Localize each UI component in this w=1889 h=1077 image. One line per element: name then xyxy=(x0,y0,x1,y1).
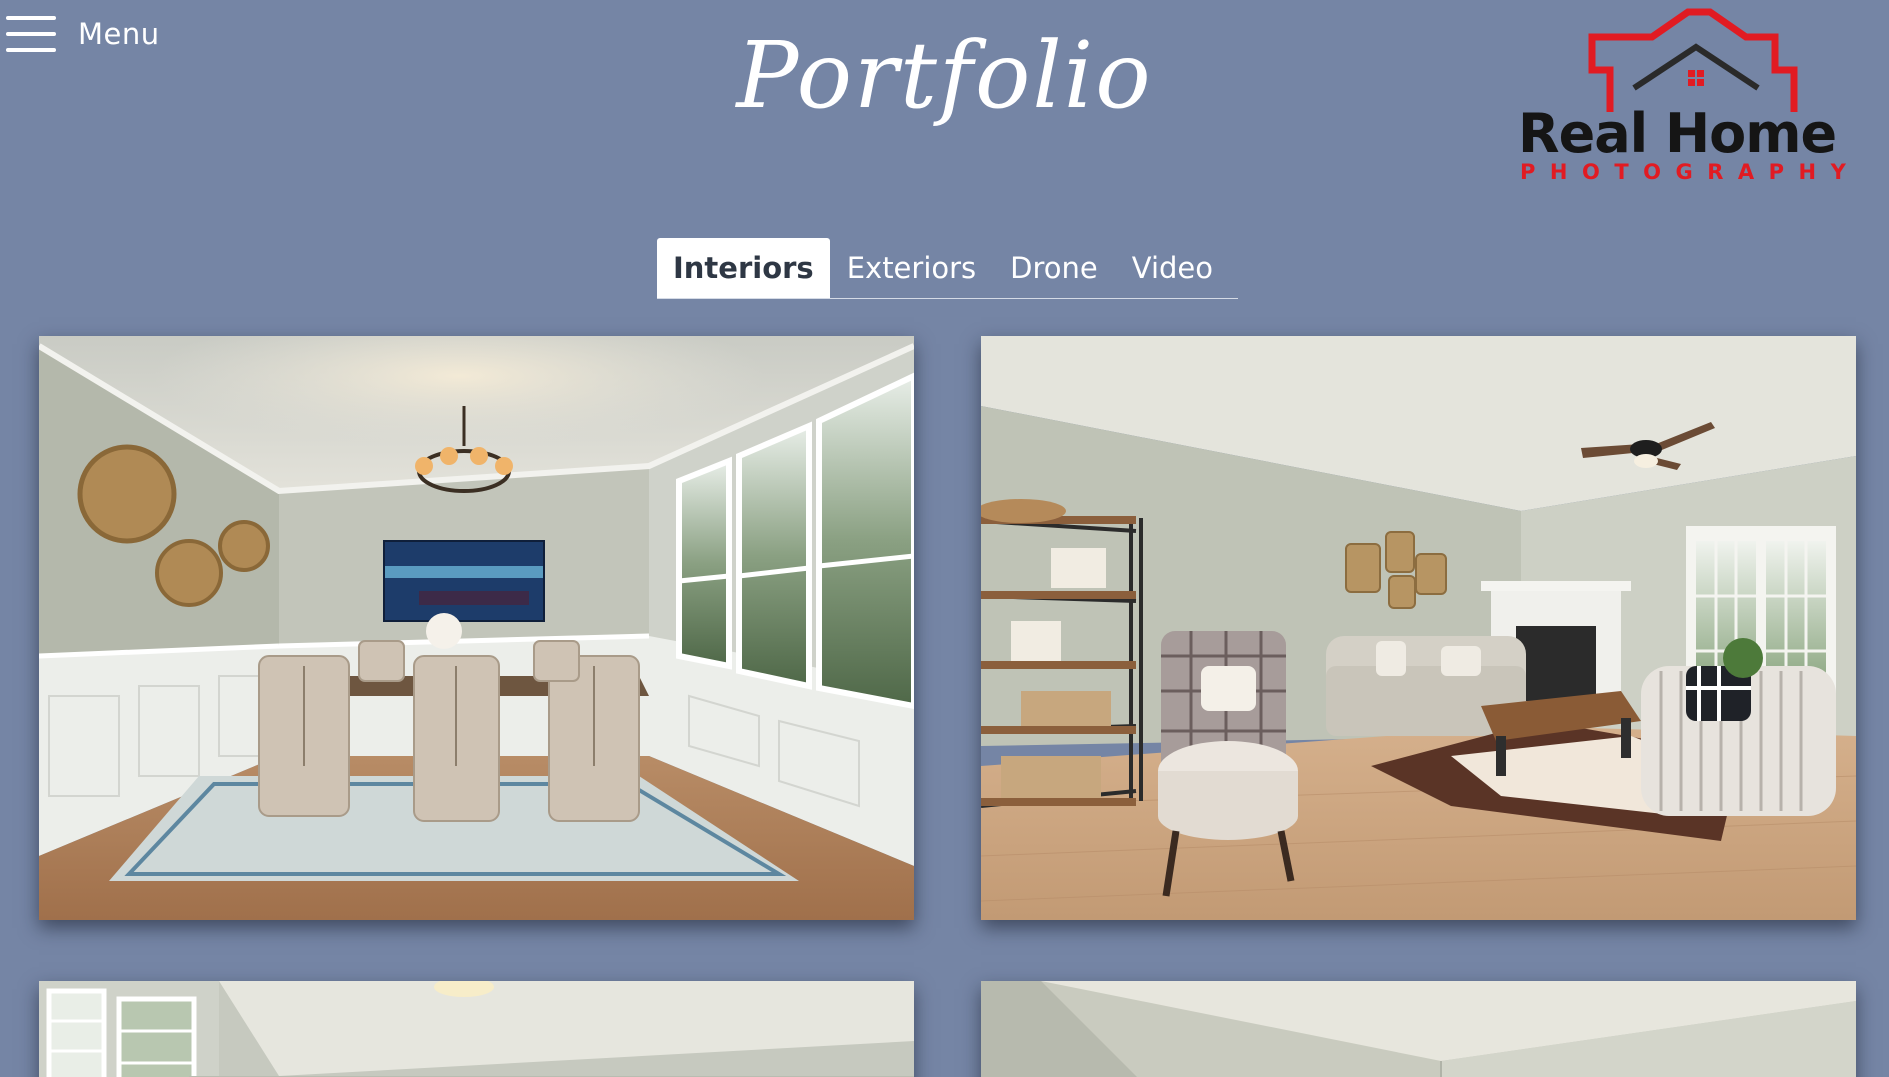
gallery-photo-dining-room[interactable] xyxy=(39,336,914,920)
interior-room-image xyxy=(981,981,1856,1077)
interior-windows-image xyxy=(39,981,914,1077)
living-room-image xyxy=(981,336,1856,920)
gallery-photo-interior-windows[interactable] xyxy=(39,981,914,1077)
gallery-photo-interior-room[interactable] xyxy=(981,981,1856,1077)
portfolio-tabs: Interiors Exteriors Drone Video xyxy=(657,236,1238,299)
brand-logo[interactable]: Real Home PHOTOGRAPHY xyxy=(1510,8,1846,188)
logo-brand-name: Real Home xyxy=(1518,102,1837,165)
tab-video[interactable]: Video xyxy=(1115,238,1230,298)
tab-interiors[interactable]: Interiors xyxy=(657,238,830,298)
tab-drone[interactable]: Drone xyxy=(993,238,1115,298)
dining-room-image xyxy=(39,336,914,920)
tab-exteriors[interactable]: Exteriors xyxy=(830,238,993,298)
portfolio-page: Menu Portfolio Real Home PHOTOGRAPHY Int… xyxy=(0,0,1889,1077)
logo-brand-subtitle: PHOTOGRAPHY xyxy=(1520,160,1861,184)
gallery-photo-living-room[interactable] xyxy=(981,336,1856,920)
